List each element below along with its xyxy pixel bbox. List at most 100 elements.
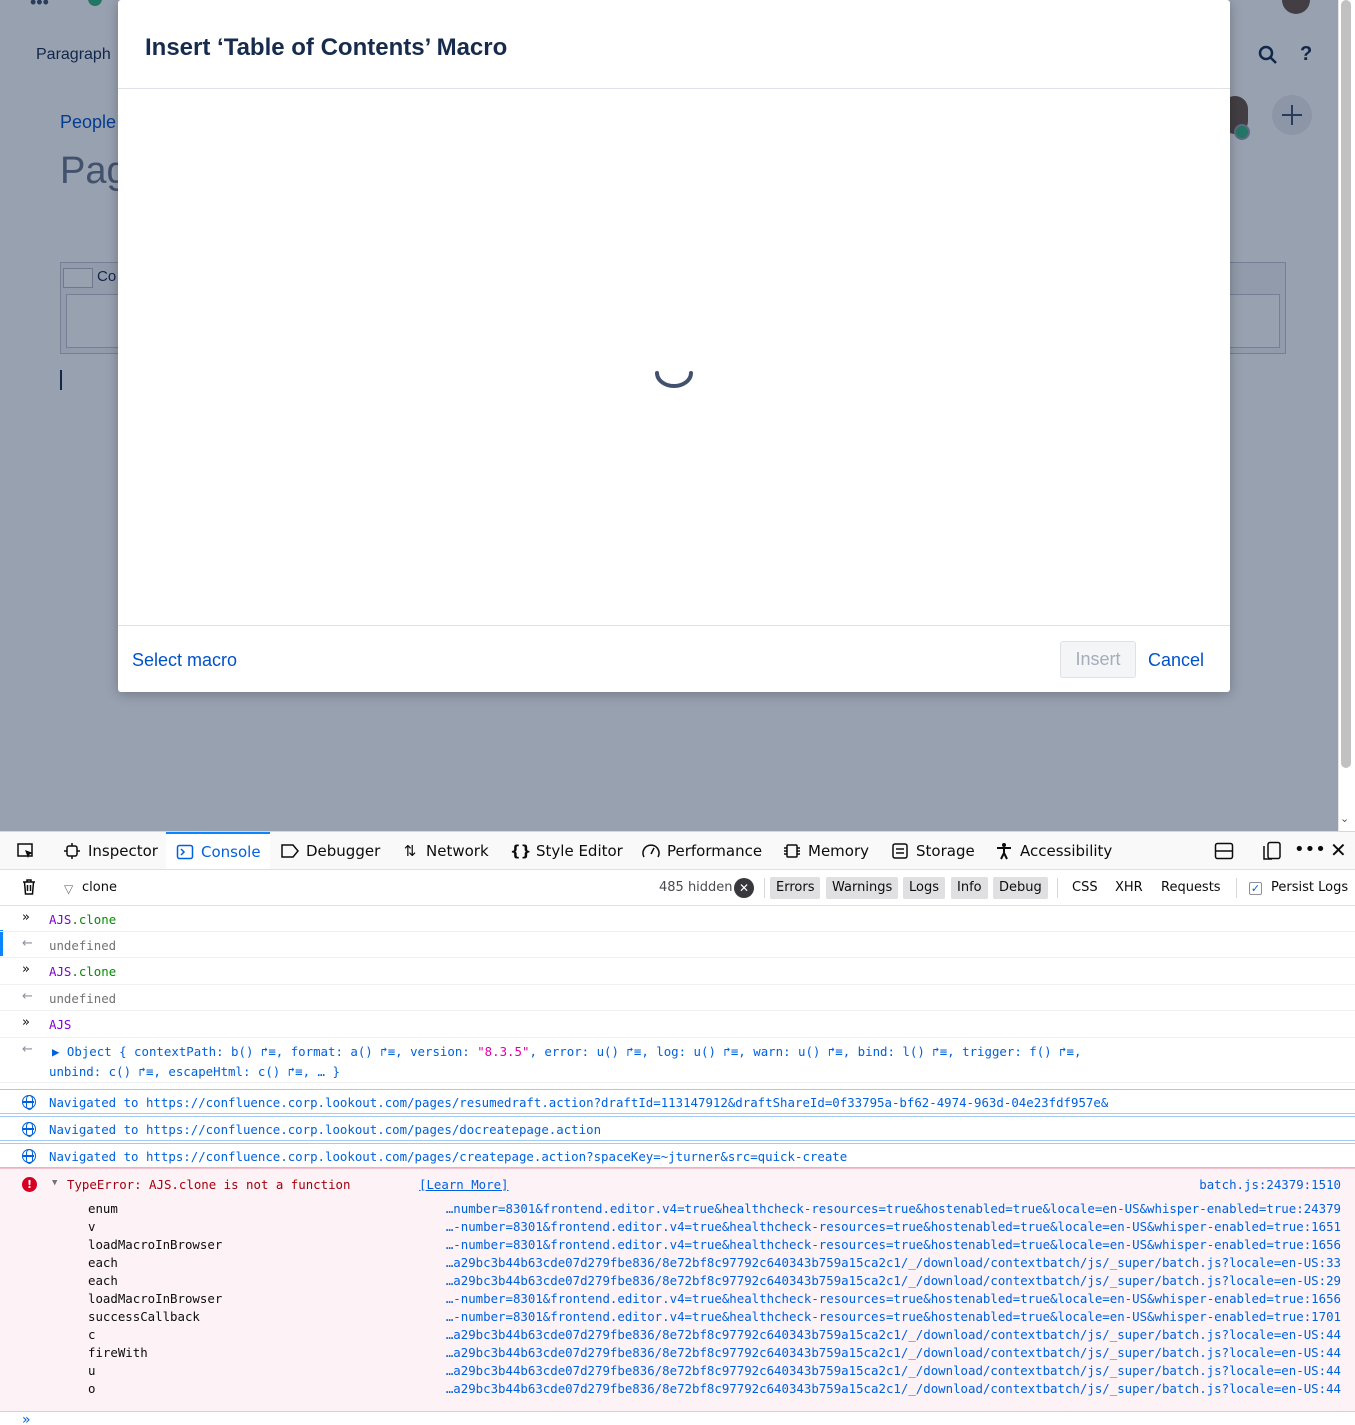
stack-frame-location[interactable]: …a29bc3b44b63cde07d279fbe836/8e72bf8c977… [446, 1255, 1341, 1270]
filter-icon: ▽ [64, 882, 74, 896]
input-object: AJS [49, 964, 72, 979]
console-input-row[interactable]: » AJS [0, 1011, 1355, 1038]
stack-frame-function: fireWith [88, 1345, 148, 1360]
accessibility-icon [997, 842, 1011, 859]
console-prompt-input[interactable]: » [22, 1412, 31, 1425]
filter-requests-button[interactable]: Requests [1155, 877, 1227, 899]
cancel-button[interactable]: Cancel [1148, 650, 1204, 671]
tab-memory[interactable]: Memory [782, 832, 869, 869]
input-object: AJS [49, 912, 72, 927]
hidden-messages-count: 485 hidden [659, 880, 733, 895]
result-arrow-icon: ← [22, 989, 33, 1004]
tab-storage-label: Storage [916, 841, 975, 860]
more-icon[interactable]: ••• [1294, 839, 1326, 860]
console-input-row[interactable]: » AJS.clone [0, 958, 1355, 985]
spinner-icon [655, 371, 693, 388]
insert-macro-dialog: Insert ‘Table of Contents’ Macro Select … [118, 0, 1230, 692]
globe-icon [22, 1095, 36, 1110]
tab-debugger-label: Debugger [306, 841, 381, 860]
tab-console[interactable]: Console [166, 832, 270, 869]
input-object: AJS [49, 1017, 72, 1032]
tab-accessibility-label: Accessibility [1020, 841, 1113, 860]
scroll-down-icon[interactable]: ⌄ [1340, 812, 1349, 825]
tab-performance-label: Performance [667, 841, 763, 860]
object-preview[interactable]: ▶ Object { contextPath: b() ↱≡, format: … [52, 1044, 477, 1059]
stack-frame-location[interactable]: …-number=8301&frontend.editor.v4=true&he… [446, 1291, 1341, 1306]
tab-console-label: Console [201, 842, 261, 861]
trash-icon[interactable] [22, 879, 36, 895]
filter-info-button[interactable]: Info [951, 877, 988, 899]
split-console-icon[interactable] [1262, 841, 1282, 861]
filter-xhr-button[interactable]: XHR [1109, 877, 1149, 899]
stack-frame-location[interactable]: …-number=8301&frontend.editor.v4=true&he… [446, 1219, 1341, 1234]
error-source-link[interactable]: batch.js:24379:1510 [1199, 1177, 1341, 1192]
scrollbar-thumb[interactable] [1341, 0, 1351, 768]
stack-frame-function: each [88, 1273, 118, 1288]
dock-icon[interactable] [1214, 842, 1234, 860]
console-result-row[interactable]: ← undefined [0, 932, 1355, 958]
element-picker-icon[interactable] [16, 832, 36, 869]
object-preview-line2: unbind: c() ↱≡, escapeHtml: c() ↱≡, … } [49, 1064, 340, 1079]
filter-warnings-button[interactable]: Warnings [826, 877, 899, 899]
stack-frame-location[interactable]: …-number=8301&frontend.editor.v4=true&he… [446, 1237, 1341, 1252]
dialog-header: Insert ‘Table of Contents’ Macro [118, 0, 1230, 89]
select-macro-link[interactable]: Select macro [132, 650, 237, 671]
stack-frame-location[interactable]: …a29bc3b44b63cde07d279fbe836/8e72bf8c977… [446, 1345, 1341, 1360]
navigation-url[interactable]: Navigated to https://confluence.corp.loo… [49, 1149, 847, 1164]
filter-css-button[interactable]: CSS [1066, 877, 1104, 899]
console-icon [176, 844, 194, 859]
error-text: TypeError: AJS.clone is not a function [67, 1177, 351, 1192]
close-icon[interactable]: ✕ [1330, 838, 1347, 862]
navigation-url[interactable]: Navigated to https://confluence.corp.loo… [49, 1122, 601, 1137]
console-input-row[interactable]: » AJS.clone [0, 906, 1355, 932]
globe-icon [22, 1122, 36, 1137]
stack-frame-function: successCallback [88, 1309, 200, 1324]
stack-frame-location[interactable]: …a29bc3b44b63cde07d279fbe836/8e72bf8c977… [446, 1273, 1341, 1288]
stack-frame-location[interactable]: …a29bc3b44b63cde07d279fbe836/8e72bf8c977… [446, 1327, 1341, 1342]
tab-memory-label: Memory [808, 841, 870, 860]
navigation-message: Navigated to https://confluence.corp.loo… [0, 1089, 1355, 1114]
filter-errors-button[interactable]: Errors [770, 877, 821, 899]
stack-frame-location[interactable]: …a29bc3b44b63cde07d279fbe836/8e72bf8c977… [446, 1363, 1341, 1378]
tab-accessibility[interactable]: Accessibility [994, 832, 1112, 869]
console-object-row[interactable]: ← ▶ Object { contextPath: b() ↱≡, format… [0, 1038, 1355, 1083]
input-chevron-icon: » [22, 962, 30, 977]
console-filter-input[interactable]: clone [82, 880, 117, 895]
stack-frame-function: enum [88, 1201, 118, 1216]
tab-inspector-label: Inspector [88, 841, 158, 860]
filter-logs-button[interactable]: Logs [903, 877, 945, 899]
clear-filter-icon[interactable]: ✕ [734, 878, 754, 898]
expand-triangle-icon[interactable]: ▼ [52, 1178, 57, 1188]
result-value: undefined [49, 938, 117, 953]
input-chevron-icon: » [22, 1015, 30, 1030]
stack-frame-location[interactable]: …-number=8301&frontend.editor.v4=true&he… [446, 1309, 1341, 1324]
persist-logs-checkbox[interactable]: ✓ [1249, 882, 1262, 895]
input-property: .clone [71, 912, 117, 927]
network-icon: ⇅ [403, 841, 417, 860]
stack-frame-location[interactable]: …number=8301&frontend.editor.v4=true&hea… [446, 1201, 1341, 1216]
navigation-url[interactable]: Navigated to https://confluence.corp.loo… [49, 1095, 1108, 1110]
tab-network[interactable]: ⇅ Network [400, 832, 489, 869]
devtools-toolbar: Inspector Console Debugger ⇅ Network {} … [0, 832, 1355, 870]
error-icon: ! [22, 1177, 37, 1192]
tab-inspector[interactable]: Inspector [62, 832, 158, 869]
stack-frame-function: o [88, 1381, 96, 1396]
tab-performance[interactable]: Performance [641, 832, 762, 869]
persist-logs-label: Persist Logs [1271, 880, 1349, 895]
result-arrow-icon: ← [22, 1042, 33, 1057]
stack-frame-location[interactable]: …a29bc3b44b63cde07d279fbe836/8e72bf8c977… [446, 1381, 1341, 1396]
filter-debug-button[interactable]: Debug [993, 877, 1048, 899]
storage-icon [892, 842, 908, 859]
tab-style-editor[interactable]: {} Style Editor [510, 832, 623, 869]
input-property: .clone [71, 964, 117, 979]
tab-storage[interactable]: Storage [890, 832, 975, 869]
console-result-row[interactable]: ← undefined [0, 985, 1355, 1011]
stack-frame-function: each [88, 1255, 118, 1270]
globe-icon [22, 1149, 36, 1164]
console-filter-bar: ▽ clone 485 hidden ✕ Errors Warnings Log… [0, 870, 1355, 906]
style-editor-icon: {} [510, 841, 532, 860]
error-message[interactable]: ! ▼ TypeError: AJS.clone is not a functi… [0, 1168, 1355, 1412]
insert-button[interactable]: Insert [1060, 641, 1136, 678]
learn-more-link[interactable]: [Learn More] [419, 1177, 509, 1192]
tab-debugger[interactable]: Debugger [280, 832, 380, 869]
